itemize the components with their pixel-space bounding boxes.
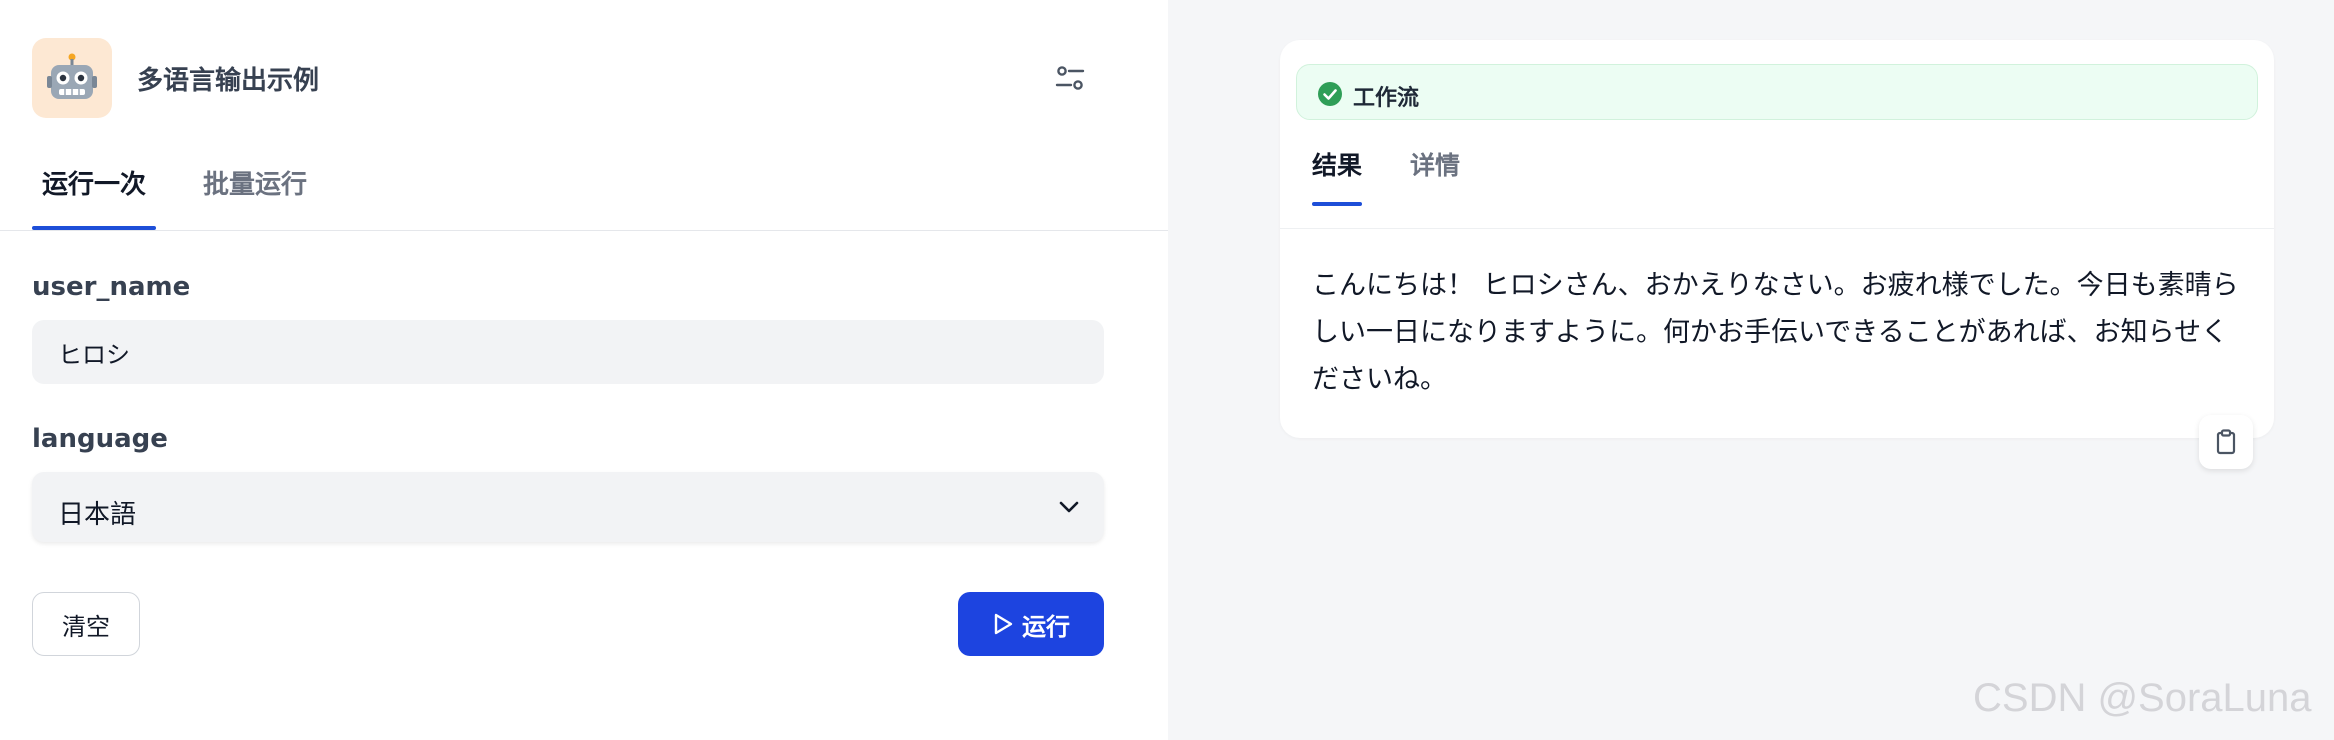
tab-batch-run[interactable]: 批量运行	[203, 164, 307, 230]
clear-button[interactable]: 清空	[32, 592, 140, 656]
user-name-label: user_name	[32, 272, 191, 302]
tab-detail[interactable]: 详情	[1410, 146, 1460, 206]
workflow-status-badge: 工作流	[1296, 64, 2258, 120]
settings-button[interactable]	[1050, 58, 1090, 98]
sliders-icon	[1055, 66, 1085, 90]
result-tabs-divider	[1280, 228, 2274, 229]
clipboard-icon	[2216, 429, 2236, 455]
result-output-text: こんにちは！ ヒロシさん、おかえりなさい。お疲れ様でした。今日も素晴らしい一日に…	[1312, 270, 2239, 395]
run-panel: 多语言输出示例 运行一次 批量运行 user_name language 日本語…	[0, 0, 1168, 740]
run-button[interactable]: 运行	[958, 592, 1104, 656]
robot-face-icon	[47, 53, 97, 99]
result-panel: 工作流 结果 详情 こんにちは！ ヒロシさん、おかえりなさい。お疲れ様でした。今…	[1168, 0, 2334, 740]
language-select[interactable]: 日本語	[32, 472, 1104, 542]
tab-result[interactable]: 结果	[1312, 146, 1362, 206]
language-label: language	[32, 424, 168, 454]
result-card: 工作流 结果 详情 こんにちは！ ヒロシさん、おかえりなさい。お疲れ様でした。今…	[1280, 40, 2274, 438]
play-icon	[994, 613, 1013, 635]
user-name-input[interactable]	[32, 320, 1104, 384]
app-icon	[32, 38, 112, 118]
language-selected-value: 日本語	[58, 500, 137, 530]
tabs-divider	[0, 230, 1168, 231]
copy-button[interactable]	[2199, 415, 2253, 469]
app-title: 多语言输出示例	[137, 66, 320, 96]
watermark: CSDN @SoraLuna	[1973, 676, 2312, 720]
run-button-label: 运行	[1022, 612, 1070, 641]
tab-run-once[interactable]: 运行一次	[32, 164, 156, 230]
chevron-down-icon	[1059, 501, 1079, 513]
workflow-status-text: 工作流	[1353, 86, 1420, 111]
check-circle-icon	[1318, 82, 1342, 106]
